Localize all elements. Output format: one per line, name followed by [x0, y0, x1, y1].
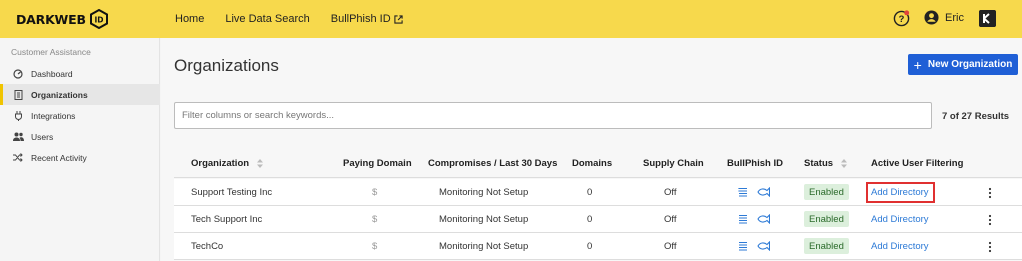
- add-directory-link[interactable]: Add Directory: [871, 241, 929, 252]
- sidebar-item-integrations[interactable]: Integrations: [0, 105, 160, 126]
- search-input[interactable]: Filter columns or search keywords...: [174, 102, 932, 129]
- users-icon: [12, 131, 24, 143]
- nav-home[interactable]: Home: [175, 13, 204, 25]
- paying-domain-icon: $: [372, 241, 378, 252]
- bullphish-actions: [738, 241, 770, 252]
- table-row[interactable]: TechCo $ Monitoring Not Setup 0 Off Enab…: [174, 233, 1022, 260]
- col-domains: Domains: [572, 158, 613, 169]
- bullphish-actions: [738, 214, 770, 225]
- fish-icon[interactable]: [757, 241, 770, 251]
- top-bar: DARKWEB ID Home Live Data Search BullPhi…: [0, 0, 1022, 38]
- status-badge: Enabled: [804, 184, 849, 200]
- col-bullphish-id: BullPhish ID: [727, 158, 783, 169]
- dashboard-icon: [12, 68, 24, 80]
- more-options-icon[interactable]: [987, 187, 993, 199]
- building-icon: [12, 89, 24, 101]
- table-row[interactable]: Support Testing Inc $ Monitoring Not Set…: [174, 179, 1022, 206]
- compromises-value: Monitoring Not Setup: [439, 214, 529, 225]
- list-icon[interactable]: [738, 214, 748, 225]
- sidebar-item-users[interactable]: Users: [0, 126, 160, 147]
- sidebar-item-label: Organizations: [31, 89, 88, 100]
- nav-live-data-search[interactable]: Live Data Search: [225, 13, 309, 25]
- org-name[interactable]: TechCo: [191, 241, 223, 252]
- shuffle-icon: [12, 152, 24, 164]
- logo-text: DARKWEB: [16, 11, 86, 27]
- page-title: Organizations: [174, 56, 279, 75]
- help-icon[interactable]: ?: [893, 10, 910, 27]
- compromises-value: Monitoring Not Setup: [439, 187, 529, 198]
- more-options-icon[interactable]: [987, 214, 993, 226]
- plus-icon: +: [913, 56, 922, 73]
- account-icon: [924, 10, 939, 25]
- sidebar-item-recent-activity[interactable]: Recent Activity: [0, 147, 160, 168]
- domains-value: 0: [587, 214, 593, 225]
- list-icon[interactable]: [738, 241, 748, 252]
- main-content: Organizations + New Organization Filter …: [161, 38, 1022, 261]
- sidebar-item-dashboard[interactable]: Dashboard: [0, 63, 160, 84]
- status-badge: Enabled: [804, 211, 849, 227]
- org-name[interactable]: Support Testing Inc: [191, 187, 272, 198]
- add-directory-link[interactable]: Add Directory: [871, 187, 929, 198]
- domains-value: 0: [587, 241, 593, 252]
- col-supply-chain: Supply Chain: [643, 158, 704, 169]
- notification-dot-icon: [904, 10, 910, 16]
- col-compromises: Compromises / Last 30 Days: [428, 158, 558, 169]
- status-badge: Enabled: [804, 238, 849, 254]
- compromises-value: Monitoring Not Setup: [439, 241, 529, 252]
- sidebar-section-title: Customer Assistance: [11, 47, 91, 57]
- sidebar: Customer Assistance Dashboard Organizati…: [0, 38, 160, 261]
- paying-domain-icon: $: [372, 187, 378, 198]
- col-paying-domain: Paying Domain: [343, 158, 412, 169]
- fish-icon[interactable]: [757, 214, 770, 224]
- sidebar-item-label: Users: [31, 131, 54, 142]
- col-status[interactable]: Status: [804, 158, 847, 169]
- sidebar-item-label: Recent Activity: [31, 152, 87, 163]
- sidebar-item-label: Dashboard: [31, 68, 73, 79]
- supply-chain-value: Off: [664, 241, 677, 252]
- kaseya-k-icon[interactable]: [979, 10, 996, 27]
- sort-icon: [256, 158, 263, 168]
- plug-icon: [12, 110, 24, 122]
- table-row[interactable]: Tech Support Inc $ Monitoring Not Setup …: [174, 206, 1022, 233]
- nav-bullphish-id[interactable]: BullPhish ID: [331, 13, 403, 25]
- main-nav: Home Live Data Search BullPhish ID: [175, 0, 424, 38]
- logo-id-badge: ID: [89, 9, 108, 29]
- results-count: 7 of 27 Results: [942, 111, 1010, 122]
- table-header: Organization Paying Domain Compromises /…: [174, 152, 1022, 178]
- bullphish-actions: [738, 187, 770, 198]
- svg-text:ID: ID: [94, 16, 103, 25]
- fish-icon[interactable]: [757, 187, 770, 197]
- paying-domain-icon: $: [372, 214, 378, 225]
- domains-value: 0: [587, 187, 593, 198]
- sort-icon: [840, 158, 847, 168]
- sidebar-item-label: Integrations: [31, 110, 76, 121]
- list-icon[interactable]: [738, 187, 748, 198]
- sidebar-item-organizations[interactable]: Organizations: [0, 84, 160, 105]
- more-options-icon[interactable]: [987, 241, 993, 253]
- supply-chain-value: Off: [664, 187, 677, 198]
- logo[interactable]: DARKWEB ID: [16, 9, 108, 29]
- col-organization[interactable]: Organization: [191, 158, 263, 169]
- external-link-icon: [394, 14, 403, 24]
- user-name: Eric: [945, 11, 964, 24]
- user-menu[interactable]: Eric: [924, 10, 964, 25]
- svg-text:?: ?: [899, 14, 905, 25]
- supply-chain-value: Off: [664, 214, 677, 225]
- add-directory-link[interactable]: Add Directory: [871, 214, 929, 225]
- new-organization-button[interactable]: + New Organization: [908, 54, 1018, 75]
- col-active-user-filtering: Active User Filtering: [871, 158, 964, 169]
- org-name[interactable]: Tech Support Inc: [191, 214, 262, 225]
